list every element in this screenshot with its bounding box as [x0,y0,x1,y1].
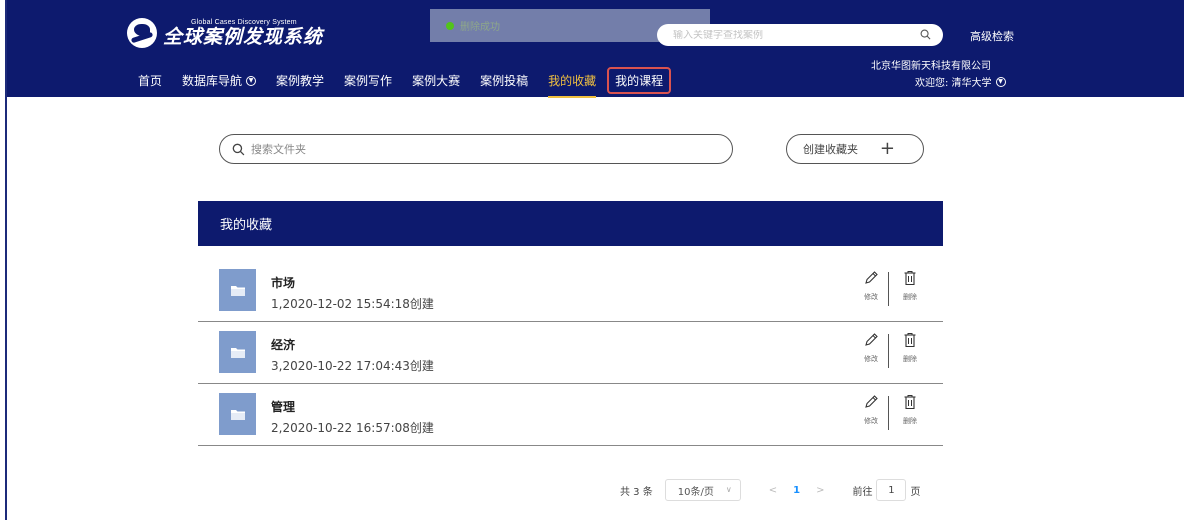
trash-icon [904,333,916,348]
globe-logo-icon [127,18,157,48]
folder-icon [219,269,256,311]
goto-page-input[interactable] [876,479,907,501]
folder-meta: 1,2020-12-02 15:54:18创建 [271,297,434,311]
chevron-down-icon: ∨ [725,485,732,494]
edit-label: 修改 [864,417,878,425]
delete-label: 删除 [903,293,917,301]
search-icon[interactable] [920,29,931,40]
nav-item-home[interactable]: 首页 [138,72,162,89]
page-size-value: 10条/页 [677,486,714,498]
logo-chinese-name: 全球案例发现系统 [163,26,324,48]
action-divider [888,396,889,430]
nav-item-case-teaching[interactable]: 案例教学 [276,72,324,89]
action-divider [888,272,889,306]
delete-button[interactable]: 删除 [895,332,925,364]
nav-item-my-favorites[interactable]: 我的收藏 [548,72,597,98]
welcome-text: 欢迎您: 清华大学 [915,78,992,89]
delete-button[interactable]: 删除 [895,394,925,426]
pencil-icon [865,333,878,346]
advanced-search-link[interactable]: 高级检索 [970,28,1014,44]
list-item[interactable]: 管理 2,2020-10-22 16:57:08创建 修改 删除 [198,384,943,446]
pencil-icon [865,395,878,408]
nav-item-case-contest[interactable]: 案例大赛 [412,72,460,89]
plus-icon: + [879,138,895,159]
folder-search-input[interactable] [251,142,711,156]
folder-name[interactable]: 管理 [271,398,295,415]
logo-english-name: Global Cases Discovery System [191,19,297,26]
folder-meta: 2,2020-10-22 16:57:08创建 [271,421,434,435]
company-name: 北京华图新天科技有限公司 [871,61,991,72]
page-number-current[interactable]: 1 [793,485,800,496]
goto-prefix: 前往 [852,486,873,498]
delete-label: 删除 [903,355,917,363]
panel-title: 我的收藏 [220,218,273,233]
list-item[interactable]: 经济 3,2020-10-22 17:04:43创建 修改 删除 [198,322,943,384]
trash-icon [904,395,916,410]
nav-item-case-writing[interactable]: 案例写作 [344,72,392,89]
trash-icon [904,271,916,286]
edit-label: 修改 [864,293,878,301]
nav-item-my-courses[interactable]: 我的课程 [607,67,672,94]
edit-button[interactable]: 修改 [856,332,886,364]
prev-page-icon[interactable]: < [769,485,777,496]
folder-meta: 3,2020-10-22 17:04:43创建 [271,359,434,373]
chevron-down-icon: ▼ [246,75,257,86]
edit-button[interactable]: 修改 [856,270,886,302]
nav-item-database[interactable]: 数据库导航 ▼ [182,72,257,89]
goto-suffix: 页 [910,486,921,498]
user-welcome-menu[interactable]: 欢迎您: 清华大学 ▼ [915,74,1006,89]
pagination: 共 3 条 10条/页 ∨ < 1 > 前往 页 [620,479,920,501]
folder-icon [219,393,256,435]
delete-button[interactable]: 删除 [895,270,925,302]
search-icon [232,143,245,155]
delete-label: 删除 [903,417,917,425]
edit-button[interactable]: 修改 [856,394,886,426]
check-circle-icon [446,21,454,30]
pencil-icon [865,271,878,284]
goto-page: 前往 页 [852,479,920,501]
top-header: Global Cases Discovery System 全球案例发现系统 删… [7,0,1184,98]
chevron-down-icon: ▼ [995,76,1006,87]
folder-list: 市场 1,2020-12-02 15:54:18创建 修改 删除 经济 3,20… [198,260,943,446]
case-search-input[interactable] [673,29,903,41]
folder-name[interactable]: 市场 [271,274,295,291]
next-page-icon[interactable]: > [816,485,824,496]
edit-label: 修改 [864,355,878,363]
nav-item-case-submit[interactable]: 案例投稿 [480,72,528,89]
total-count: 共 3 条 [620,486,653,498]
site-logo[interactable]: Global Cases Discovery System 全球案例发现系统 [127,18,323,48]
folder-search-box [219,134,733,164]
main-nav: 首页 数据库导航 ▼ 案例教学 案例写作 案例大赛 案例投稿 我的收藏 我的课程 [138,67,691,98]
favorites-panel-header: 我的收藏 [198,201,943,246]
create-folder-label: 创建收藏夹 [803,143,858,156]
create-folder-button[interactable]: 创建收藏夹 + [786,134,924,164]
action-divider [888,334,889,368]
toast-message: 删除成功 [460,22,500,33]
list-item[interactable]: 市场 1,2020-12-02 15:54:18创建 修改 删除 [198,260,943,322]
page-size-select[interactable]: 10条/页 ∨ [664,479,741,501]
case-search-box [657,24,943,46]
folder-name[interactable]: 经济 [271,336,295,353]
folder-icon [219,331,256,373]
